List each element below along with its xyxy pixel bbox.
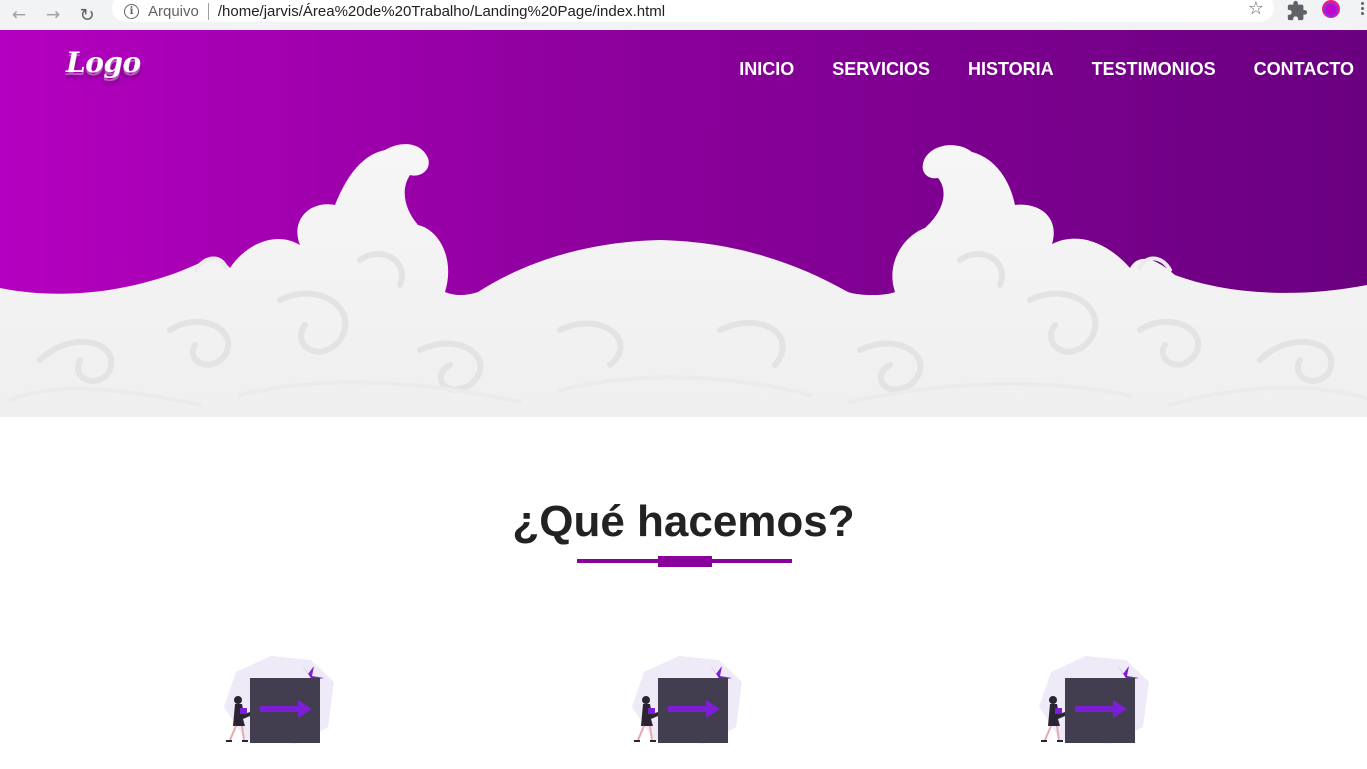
address-bar[interactable]: i Arquivo /home/jarvis/Área%20de%20Traba… <box>112 0 1274 22</box>
extensions-icon[interactable] <box>1286 0 1308 22</box>
address-url[interactable]: /home/jarvis/Área%20de%20Trabalho/Landin… <box>218 3 665 20</box>
title-underline-accent <box>658 556 712 567</box>
info-icon[interactable]: i <box>124 3 139 19</box>
reload-icon[interactable]: ↻ <box>70 0 104 30</box>
address-label: Arquivo <box>148 2 199 20</box>
browser-toolbar: ← → ↻ i Arquivo /home/jarvis/Área%20de%2… <box>0 0 1367 30</box>
menu-icon[interactable] <box>1361 2 1367 18</box>
nav-item-contacto[interactable]: CONTACTO <box>1254 59 1354 80</box>
forward-arrow-icon[interactable]: → <box>36 0 70 30</box>
person-pushing-box-illustration <box>632 656 742 744</box>
back-arrow-icon[interactable]: ← <box>2 0 36 30</box>
person-pushing-box-illustration <box>1039 656 1149 744</box>
star-icon[interactable]: ☆ <box>1248 0 1264 19</box>
profile-icon[interactable] <box>1322 0 1340 18</box>
logo[interactable]: Logo <box>66 46 141 79</box>
nav-item-servicios[interactable]: SERVICIOS <box>832 59 930 80</box>
address-separator <box>207 2 209 20</box>
nav-item-inicio[interactable]: INICIO <box>739 59 794 80</box>
section-title: ¿Qué hacemos? <box>512 497 855 546</box>
nav-item-historia[interactable]: HISTORIA <box>968 59 1054 80</box>
nav-item-testimonios[interactable]: TESTIMONIOS <box>1092 59 1216 80</box>
main-nav: INICIO SERVICIOS HISTORIA TESTIMONIOS CO… <box>701 59 1354 80</box>
cloud-waves-illustration <box>0 144 1367 417</box>
person-pushing-box-illustration <box>224 656 334 744</box>
hero-banner: Logo INICIO SERVICIOS HISTORIA TESTIMONI… <box>0 30 1367 417</box>
